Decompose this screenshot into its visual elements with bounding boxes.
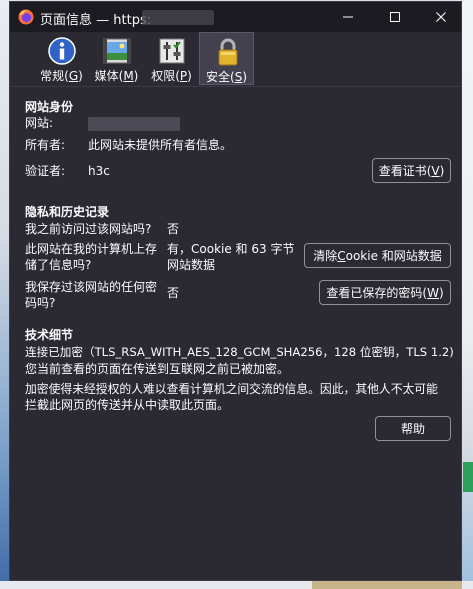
tab-media[interactable]: 媒体(M)	[89, 32, 144, 85]
desktop-background-right	[462, 0, 473, 589]
view-certificate-label-end: )	[439, 163, 445, 178]
clear-cookies-label: 清除	[313, 249, 338, 263]
permissions-icon	[159, 38, 185, 64]
verifier-label: 验证者:	[25, 164, 66, 178]
redacted-website	[88, 117, 180, 131]
view-certificate-button[interactable]: 查看证书(V)	[372, 158, 451, 183]
stored-question-line1: 此网站在我的计算机上存	[25, 242, 158, 256]
visited-answer: 否	[167, 222, 180, 236]
tab-general-accesskey: G	[68, 69, 79, 83]
tab-media-label: 媒体(	[94, 69, 124, 83]
desktop-background-strip	[312, 581, 462, 589]
lock-icon	[218, 38, 238, 66]
tab-general-label-end: )	[78, 69, 83, 83]
view-saved-passwords-accesskey: W	[427, 285, 439, 300]
website-label: 网站:	[25, 116, 54, 130]
security-panel: 网站身份 网站: 所有者: 此网站未提供所有者信息。 验证者: h3c 查看证书…	[10, 86, 461, 580]
password-question-line2: 码吗?	[25, 296, 56, 310]
identity-heading: 网站身份	[25, 100, 74, 114]
verifier-value: h3c	[88, 164, 110, 178]
minimize-button[interactable]	[325, 2, 371, 32]
info-icon	[48, 37, 76, 65]
technical-heading: 技术细节	[25, 328, 74, 342]
desktop-background-accent	[463, 462, 473, 492]
view-saved-passwords-button[interactable]: 查看已保存的密码(W)	[319, 280, 451, 305]
tab-general-label: 常规(	[40, 69, 69, 83]
view-saved-passwords-label: 查看已保存的密码(	[326, 286, 428, 300]
clear-cookies-accesskey: C	[337, 248, 346, 263]
owner-label: 所有者:	[25, 138, 66, 152]
maximize-icon	[390, 12, 400, 22]
page-encrypted-text: 您当前查看的页面在传送到互联网之前已被加密。	[25, 362, 290, 376]
help-button[interactable]: 帮助	[375, 416, 451, 441]
owner-value: 此网站未提供所有者信息。	[88, 138, 233, 152]
password-answer: 否	[167, 286, 180, 300]
close-button[interactable]	[418, 2, 464, 32]
tab-security-label: 安全(	[206, 70, 235, 84]
stored-answer-line1: 有，Cookie 和 63 字节	[167, 242, 295, 256]
clear-cookies-button[interactable]: 清除 Cookie 和网站数据	[304, 243, 451, 268]
tab-permissions-label: 权限(	[151, 69, 180, 83]
tab-general[interactable]: 常规(G)	[34, 32, 89, 85]
connection-encrypted-text: 连接已加密（TLS_RSA_WITH_AES_128_GCM_SHA256，12…	[25, 345, 454, 359]
privacy-heading: 隐私和历史记录	[25, 205, 110, 219]
media-icon	[103, 38, 131, 64]
clear-cookies-label-end: ookie 和网站数据	[345, 249, 442, 263]
stored-question-line2: 储了信息吗?	[25, 258, 92, 272]
maximize-button[interactable]	[372, 2, 418, 32]
view-saved-passwords-label-end: )	[438, 285, 444, 300]
stored-answer-line2: 网站数据	[167, 258, 216, 272]
minimize-icon	[343, 16, 353, 18]
tab-security-label-end: )	[242, 70, 247, 84]
tab-media-accesskey: M	[123, 69, 134, 83]
desktop-background-left	[0, 0, 9, 589]
window-title: 页面信息 — https:	[40, 13, 152, 28]
firefox-icon	[18, 9, 34, 25]
page-info-dialog: 页面信息 — https: 常规(G) 媒体(M) 权限(P) 安全(S) 网站…	[9, 1, 462, 581]
view-certificate-label: 查看证书(	[378, 164, 432, 178]
tab-strip: 常规(G) 媒体(M) 权限(P) 安全(S)	[34, 32, 254, 85]
view-certificate-accesskey: V	[431, 163, 440, 178]
tab-permissions[interactable]: 权限(P)	[144, 32, 199, 85]
password-question-line1: 我保存过该网站的任何密	[25, 280, 158, 294]
visited-question: 我之前访问过该网站吗?	[25, 222, 152, 236]
redacted-url	[142, 10, 214, 25]
tab-permissions-label-end: )	[187, 69, 192, 83]
title-bar[interactable]: 页面信息 — https:	[10, 2, 461, 32]
encryption-explanation-line2: 拦截此网页的传送并从中读取此页面。	[25, 398, 230, 412]
close-icon	[436, 12, 446, 22]
tab-media-label-end: )	[133, 69, 139, 83]
tab-security[interactable]: 安全(S)	[199, 32, 254, 85]
encryption-explanation-line1: 加密使得未经授权的人难以查看计算机之间交流的信息。因此，其他人不太可能	[25, 382, 438, 396]
